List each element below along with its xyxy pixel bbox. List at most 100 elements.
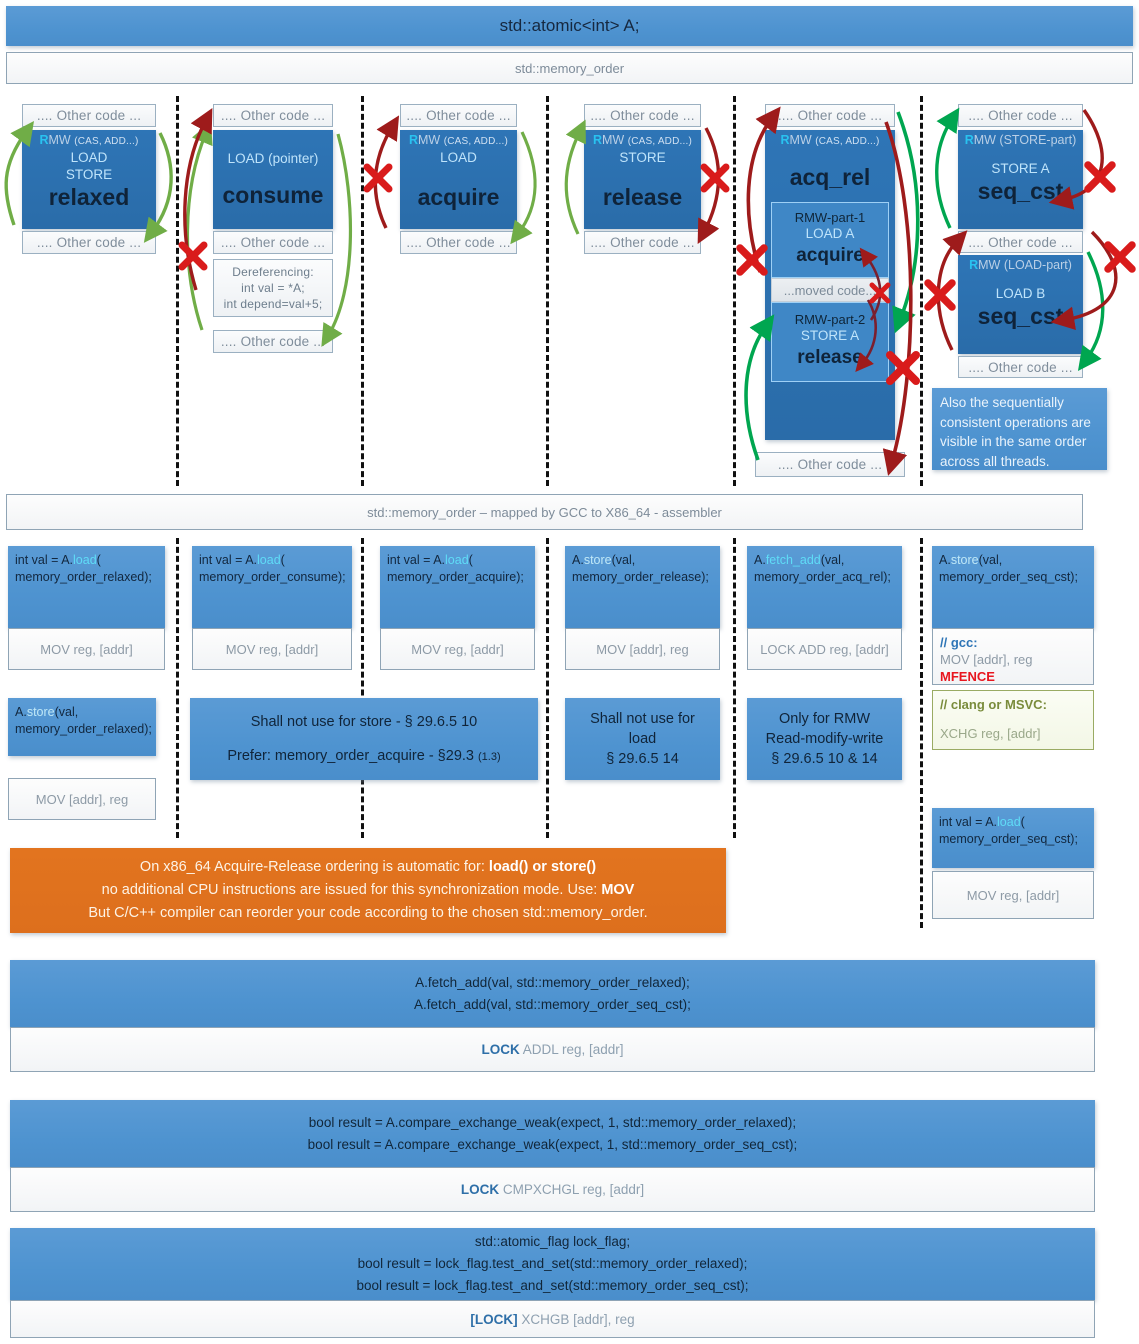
- seqcst-store-asm-gcc: // gcc: MOV [addr], reg MFENCE: [932, 628, 1094, 685]
- release-op-store: STORE: [619, 150, 666, 165]
- seqcst-store-rmw-line: RMW (STORE-part): [965, 133, 1077, 148]
- banner-line-3: But C/C++ compiler can reorder your code…: [88, 905, 648, 921]
- fetch-add-asm: LOCK ADDL reg, [addr]: [10, 1027, 1095, 1072]
- seqcst-store-code: A.store(val, memory_order_seq_cst);: [932, 546, 1094, 628]
- other-code-label: .... Other code ...: [777, 457, 883, 472]
- rmw-r: R: [39, 133, 49, 147]
- clang-xchg: XCHG reg, [addr]: [940, 726, 1041, 741]
- seqcst-load-asm: MOV reg, [addr]: [932, 871, 1094, 919]
- release-blocked-arrow: [697, 127, 721, 245]
- banner-line-2a: no additional CPU instructions are issue…: [101, 882, 602, 898]
- rmw-r: R: [592, 133, 603, 147]
- divider-1-top: [176, 96, 179, 486]
- fetch-add-asm-rest: ADDL reg, [addr]: [519, 1042, 624, 1057]
- acquire-rmw-line: RMW (CAS, ADD...): [409, 133, 508, 149]
- acquire-name: acquire: [417, 184, 500, 210]
- divider-4-top: [733, 96, 736, 486]
- moved-code-label: ...moved code...: [783, 282, 877, 298]
- seqcst-load-rmw-rest: MW (LOAD-part): [978, 258, 1072, 272]
- acqrel-part2-name: release: [797, 347, 863, 368]
- banner-line-1b: load() or store(): [488, 859, 597, 875]
- page-title-text: std::atomic<int> A;: [499, 16, 640, 35]
- relaxed-store-asm-text: MOV [addr], reg: [35, 791, 129, 807]
- relaxed-store-asm: MOV [addr], reg: [8, 778, 156, 820]
- seqcst-store-op: STORE A: [991, 161, 1050, 176]
- divider-2-top: [361, 96, 364, 486]
- acquire-load-asm: MOV reg, [addr]: [380, 628, 535, 670]
- consume-load-code: int val = A.load( memory_order_consume);: [192, 546, 352, 628]
- release-rmw-line: RMW (CAS, ADD...): [593, 133, 692, 149]
- banner-line-2: no additional CPU instructions are issue…: [88, 879, 647, 902]
- relaxed-name: relaxed: [48, 184, 130, 210]
- assembler-band: std::memory_order – mapped by GCC to X86…: [6, 494, 1083, 530]
- consume-op-box: LOAD (pointer) consume: [213, 130, 333, 229]
- consume-x-mark: [178, 241, 208, 271]
- divider-5-bottom: [920, 538, 923, 928]
- rmw-r: R: [408, 133, 419, 147]
- atomic-flag-line-1: std::atomic_flag lock_flag;: [474, 1234, 631, 1249]
- relaxed-op-box: RMW (CAS, ADD...) LOAD STORE relaxed: [22, 130, 156, 229]
- seqcst-x-3: [924, 279, 956, 311]
- seqcst-load-rmw-line: RMW (LOAD-part): [969, 258, 1072, 273]
- x86-note-banner: On x86_64 Acquire-Release ordering is au…: [10, 848, 726, 933]
- acqrel-part2-op: STORE A: [800, 328, 860, 343]
- acqrel-note-line1: Only for RMW: [778, 711, 871, 727]
- other-code-label: .... Other code ...: [590, 235, 695, 250]
- acquire-other-code-top: .... Other code ...: [400, 104, 517, 127]
- acquire-load-code-line1: int val = A.load(: [387, 553, 473, 567]
- rmw-args: (CAS, ADD...): [443, 136, 508, 147]
- seqcst-green-store: [935, 107, 960, 229]
- rmw-mw: MW: [418, 133, 441, 147]
- relaxed-load-asm: MOV reg, [addr]: [8, 628, 165, 670]
- acqrel-fetchadd-code-line2: memory_order_acq_rel);: [754, 570, 891, 584]
- acqrel-moved-code: ...moved code...: [771, 278, 889, 302]
- compare-exchange-block: bool result = A.compare_exchange_weak(ex…: [10, 1100, 1095, 1167]
- other-code-label: .... Other code ...: [406, 108, 511, 123]
- acqrel-fetchadd-asm: LOCK ADD reg, [addr]: [747, 628, 902, 670]
- other-code-label: .... Other code ...: [36, 235, 142, 250]
- rmw-args: (CAS, ADD...): [627, 136, 692, 147]
- rmw-args: (CAS, ADD...): [815, 136, 880, 147]
- banner-line-2b: MOV: [601, 882, 635, 898]
- acquire-x-mark: [363, 163, 393, 193]
- acquire-load-code-line2: memory_order_acquire);: [387, 570, 524, 584]
- acqrel-note-line2: Read-modify-write: [765, 731, 884, 747]
- relaxed-op-load: LOAD: [70, 150, 108, 165]
- other-code-label: .... Other code ...: [968, 234, 1073, 250]
- relaxed-other-code-top: .... Other code ...: [22, 104, 156, 127]
- relaxed-load-code-line1: int val = A.load(: [15, 553, 101, 567]
- release-note-line3: § 29.6.5 14: [606, 751, 679, 767]
- consume-op-load-pointer: LOAD (pointer): [227, 151, 319, 166]
- other-code-label: .... Other code ...: [590, 108, 695, 123]
- acqrel-x-top: [736, 244, 768, 276]
- consume-name: consume: [222, 182, 324, 208]
- acqrel-note: Only for RMW Read-modify-write § 29.6.5 …: [747, 698, 902, 780]
- acqrel-fetchadd-code-line1: A.fetch_add(val,: [754, 553, 845, 567]
- consume-note-line1: Shall not use for store - § 29.6.5 10: [250, 713, 478, 730]
- release-store-asm-text: MOV [addr], reg: [596, 641, 689, 657]
- acquire-load-asm-text: MOV reg, [addr]: [411, 641, 504, 657]
- acqrel-rmw-line: RMW (CAS, ADD...): [780, 133, 879, 149]
- acqrel-note-line3: § 29.6.5 10 & 14: [771, 751, 878, 767]
- gcc-mov: MOV [addr], reg: [940, 652, 1033, 667]
- gcc-comment: // gcc:: [940, 635, 978, 650]
- acqrel-green-down: [892, 111, 920, 334]
- acqrel-part1-box: RMW-part-1 LOAD A acquire: [771, 202, 889, 278]
- consume-note-line2-sub: (1.3): [478, 750, 501, 763]
- release-store-asm: MOV [addr], reg: [565, 628, 720, 670]
- consume-dereferencing-box: Dereferencing: int val = *A; int depend=…: [213, 259, 333, 317]
- release-note-line2: load: [628, 731, 657, 747]
- acquire-green-arrow: [510, 131, 537, 245]
- consume-note-line2-main: Prefer: memory_order_acquire - §29.3: [227, 747, 474, 764]
- atomic-flag-block: std::atomic_flag lock_flag; bool result …: [10, 1228, 1095, 1300]
- fetch-add-line-2: A.fetch_add(val, std::memory_order_seq_c…: [414, 996, 691, 1012]
- seqcst-load-asm-text: MOV reg, [addr]: [966, 887, 1060, 903]
- compare-exchange-line-1: bool result = A.compare_exchange_weak(ex…: [308, 1114, 797, 1130]
- consume-note: Shall not use for store - § 29.6.5 10 Pr…: [190, 698, 538, 780]
- acqrel-part2-box: RMW-part-2 STORE A release: [771, 302, 889, 382]
- other-code-label: .... Other code ...: [968, 108, 1073, 123]
- consume-other-code-mid: .... Other code ...: [213, 231, 333, 254]
- seqcst-store-name: seq_cst: [977, 178, 1064, 204]
- other-code-label: .... Other code ...: [968, 359, 1073, 375]
- rmw-args: (CAS, ADD...): [74, 136, 139, 147]
